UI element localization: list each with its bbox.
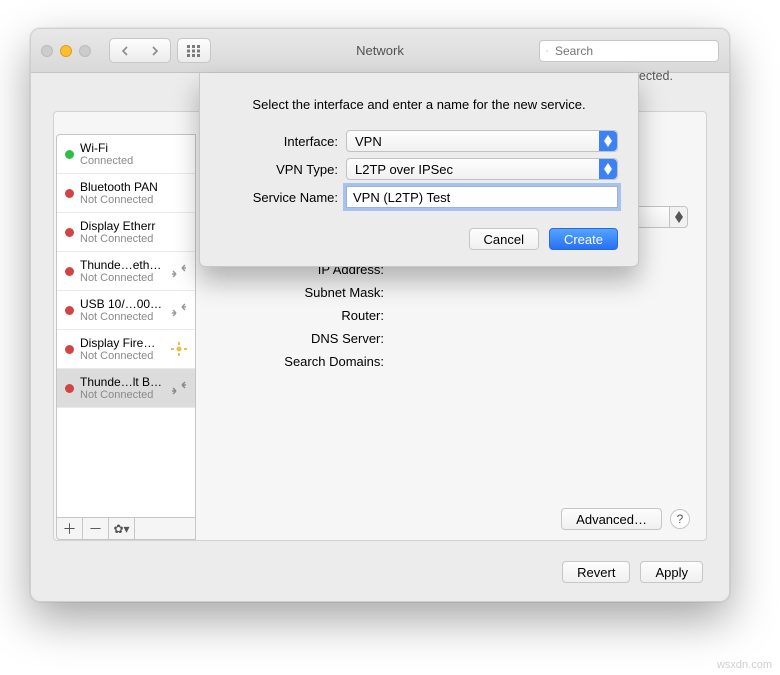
status-dot-icon [65, 345, 74, 354]
router-row: Router: [224, 308, 686, 323]
search-input[interactable] [553, 43, 712, 59]
status-dot-icon [65, 384, 74, 393]
status-dot-icon [65, 150, 74, 159]
status-dot-icon [65, 306, 74, 315]
show-all-button[interactable] [177, 38, 211, 63]
ethernet-icon [169, 264, 189, 278]
sidebar-item-display-firewire[interactable]: Display FireWire Not Connected [57, 330, 195, 369]
add-service-button[interactable]: ＋ [57, 518, 83, 539]
sheet-message: Select the interface and enter a name fo… [220, 97, 618, 112]
select-arrows-icon [669, 207, 687, 227]
back-button[interactable] [110, 39, 140, 62]
grid-icon [187, 45, 201, 57]
sidebar-item-label: Thunde…lt Bridge [80, 375, 163, 389]
interface-row: Interface: VPN [220, 130, 618, 152]
sidebar-item-label: USB 10/…00 LAN [80, 297, 163, 311]
subnet-mask-label: Subnet Mask: [224, 285, 384, 300]
dns-server-label: DNS Server: [224, 331, 384, 346]
search-icon [546, 45, 548, 57]
back-forward-group [109, 38, 171, 63]
sidebar-item-status: Not Connected [80, 389, 163, 401]
service-name-row: Service Name: [220, 186, 618, 208]
titlebar: Network [31, 29, 729, 73]
service-actions-button[interactable]: ✿▾ [109, 518, 135, 539]
sidebar-item-status: Not Connected [80, 311, 163, 323]
status-dot-icon [65, 189, 74, 198]
sidebar-item-status: Not Connected [80, 272, 163, 284]
sidebar-item-status: Not Connected [80, 350, 163, 362]
interface-label: Interface: [220, 134, 338, 149]
sidebar-item-label: Wi-Fi [80, 141, 189, 155]
subnet-mask-row: Subnet Mask: [224, 285, 686, 300]
firewire-icon [169, 342, 189, 356]
dns-server-row: DNS Server: [224, 331, 686, 346]
gear-icon: ✿▾ [113, 522, 129, 536]
search-field[interactable] [539, 40, 719, 62]
sidebar-item-wifi[interactable]: Wi-Fi Connected [57, 135, 195, 174]
vpn-type-value: L2TP over IPSec [355, 162, 453, 177]
select-arrows-icon [599, 131, 617, 151]
traffic-lights [41, 45, 91, 57]
remove-service-button[interactable]: － [83, 518, 109, 539]
status-dot-icon [65, 267, 74, 276]
sidebar-item-status: Connected [80, 155, 189, 167]
sidebar-item-label: Display FireWire [80, 336, 163, 350]
close-window-icon[interactable] [41, 45, 53, 57]
sidebar-item-label: Bluetooth PAN [80, 180, 189, 194]
service-name-label: Service Name: [220, 190, 338, 205]
service-name-input[interactable] [346, 186, 618, 208]
sheet-actions: Cancel Create [220, 228, 618, 250]
sidebar-item-label: Thunde…ethernet [80, 258, 163, 272]
revert-button[interactable]: Revert [562, 561, 630, 583]
router-label: Router: [224, 308, 384, 323]
service-list-toolbar: ＋ － ✿▾ [56, 518, 196, 540]
apply-button[interactable]: Apply [640, 561, 703, 583]
bridge-icon [169, 381, 189, 395]
cancel-button[interactable]: Cancel [469, 228, 539, 250]
zoom-window-icon[interactable] [79, 45, 91, 57]
sidebar-item-thunderbolt-bridge[interactable]: Thunde…lt Bridge Not Connected [57, 369, 195, 408]
forward-button[interactable] [140, 39, 170, 62]
interface-select[interactable]: VPN [346, 130, 618, 152]
sidebar-item-status: Not Connected [80, 194, 189, 206]
service-list: Wi-Fi Connected Bluetooth PAN Not Connec… [56, 134, 196, 518]
sidebar-item-bluetooth-pan[interactable]: Bluetooth PAN Not Connected [57, 174, 195, 213]
sidebar: Wi-Fi Connected Bluetooth PAN Not Connec… [54, 112, 196, 540]
vpn-type-label: VPN Type: [220, 162, 338, 177]
search-domains-label: Search Domains: [224, 354, 384, 369]
sidebar-item-label: Display Etherr [80, 219, 189, 233]
vpn-type-row: VPN Type: L2TP over IPSec [220, 158, 618, 180]
create-button[interactable]: Create [549, 228, 618, 250]
window-action-buttons: Revert Apply [562, 561, 703, 583]
ethernet-icon [169, 303, 189, 317]
sidebar-item-usb-lan[interactable]: USB 10/…00 LAN Not Connected [57, 291, 195, 330]
select-arrows-icon [599, 159, 617, 179]
watermark-text: wsxdn.com [717, 659, 772, 671]
minimize-window-icon[interactable] [60, 45, 72, 57]
status-dot-icon [65, 228, 74, 237]
new-service-sheet: Select the interface and enter a name fo… [199, 73, 639, 267]
search-domains-row: Search Domains: [224, 354, 686, 369]
interface-value: VPN [355, 134, 382, 149]
advanced-button[interactable]: Advanced… [561, 508, 662, 530]
sidebar-item-thunderbolt-ethernet[interactable]: Thunde…ethernet Not Connected [57, 252, 195, 291]
sidebar-item-status: Not Connected [80, 233, 189, 245]
vpn-type-select[interactable]: L2TP over IPSec [346, 158, 618, 180]
sidebar-item-display-ethernet[interactable]: Display Etherr Not Connected [57, 213, 195, 252]
network-prefs-window: Network nnected. Wi-Fi Connected [30, 28, 730, 602]
help-button[interactable]: ? [670, 509, 690, 529]
